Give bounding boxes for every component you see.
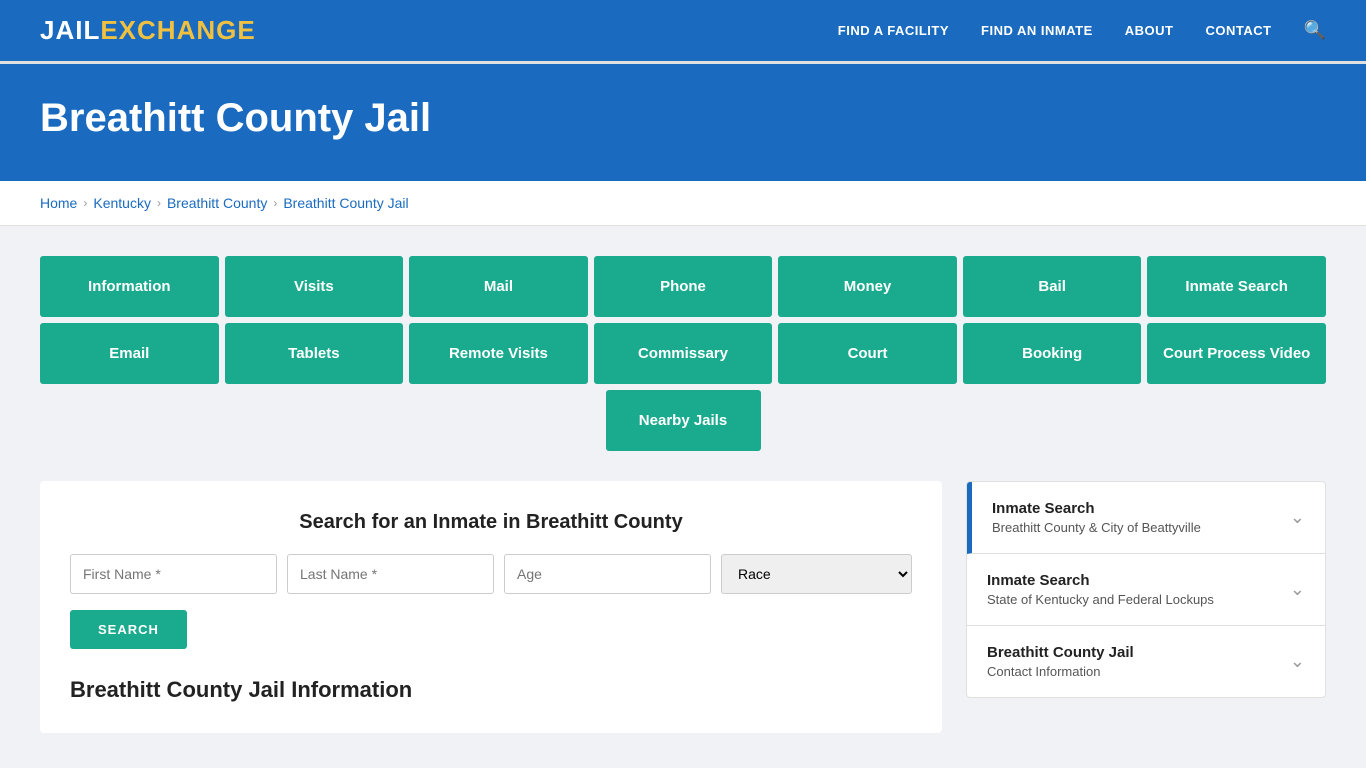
search-button[interactable]: SEARCH <box>70 610 187 649</box>
logo[interactable]: JAIL EXCHANGE <box>40 15 256 46</box>
logo-jail: JAIL <box>40 15 100 46</box>
logo-exchange: EXCHANGE <box>100 15 255 46</box>
breadcrumb-sep-1: › <box>83 196 87 210</box>
btn-money[interactable]: Money <box>778 256 957 317</box>
btn-mail[interactable]: Mail <box>409 256 588 317</box>
page-title: Breathitt County Jail <box>40 96 1326 141</box>
search-icon[interactable]: 🔍 <box>1304 20 1326 41</box>
sidebar-item-sub-3: Contact Information <box>987 664 1134 679</box>
btn-remote-visits[interactable]: Remote Visits <box>409 323 588 384</box>
search-fields: Race White Black Hispanic Asian Other <box>70 554 912 594</box>
first-name-input[interactable] <box>70 554 277 594</box>
grid-row-2: Email Tablets Remote Visits Commissary C… <box>40 323 1326 384</box>
grid-row-1: Information Visits Mail Phone Money Bail… <box>40 256 1326 317</box>
sidebar-item-inmate-search-state[interactable]: Inmate Search State of Kentucky and Fede… <box>967 554 1325 626</box>
sidebar-item-sub-2: State of Kentucky and Federal Lockups <box>987 592 1214 607</box>
grid-row-3: Nearby Jails <box>40 390 1326 451</box>
btn-phone[interactable]: Phone <box>594 256 773 317</box>
btn-booking[interactable]: Booking <box>963 323 1142 384</box>
hero-section: Breathitt County Jail <box>0 64 1366 181</box>
sidebar-item-title-1: Inmate Search <box>992 500 1201 517</box>
sidebar-item-sub-1: Breathitt County & City of Beattyville <box>992 520 1201 535</box>
btn-inmate-search[interactable]: Inmate Search <box>1147 256 1326 317</box>
sidebar: Inmate Search Breathitt County & City of… <box>966 481 1326 698</box>
breadcrumb-bar: Home › Kentucky › Breathitt County › Bre… <box>0 181 1366 226</box>
sidebar-item-title-3: Breathitt County Jail <box>987 644 1134 661</box>
chevron-down-icon-3: ⌄ <box>1290 651 1305 672</box>
sidebar-item-contact-info[interactable]: Breathitt County Jail Contact Informatio… <box>967 626 1325 697</box>
sidebar-item-title-2: Inmate Search <box>987 572 1214 589</box>
last-name-input[interactable] <box>287 554 494 594</box>
age-input[interactable] <box>504 554 711 594</box>
breadcrumb-kentucky[interactable]: Kentucky <box>93 195 151 211</box>
chevron-down-icon-1: ⌄ <box>1290 507 1305 528</box>
nav-about[interactable]: ABOUT <box>1125 23 1174 38</box>
breadcrumb-county[interactable]: Breathitt County <box>167 195 267 211</box>
chevron-down-icon-2: ⌄ <box>1290 579 1305 600</box>
btn-court[interactable]: Court <box>778 323 957 384</box>
btn-email[interactable]: Email <box>40 323 219 384</box>
section-title: Breathitt County Jail Information <box>70 677 912 703</box>
main-nav: FIND A FACILITY FIND AN INMATE ABOUT CON… <box>838 20 1326 41</box>
sidebar-item-left-2: Inmate Search State of Kentucky and Fede… <box>987 572 1214 607</box>
breadcrumb: Home › Kentucky › Breathitt County › Bre… <box>40 195 1326 211</box>
btn-visits[interactable]: Visits <box>225 256 404 317</box>
nav-contact[interactable]: CONTACT <box>1205 23 1271 38</box>
btn-tablets[interactable]: Tablets <box>225 323 404 384</box>
search-form-title: Search for an Inmate in Breathitt County <box>70 511 912 534</box>
btn-nearby-jails[interactable]: Nearby Jails <box>606 390 761 451</box>
sidebar-item-left-1: Inmate Search Breathitt County & City of… <box>992 500 1201 535</box>
btn-court-process-video[interactable]: Court Process Video <box>1147 323 1326 384</box>
btn-bail[interactable]: Bail <box>963 256 1142 317</box>
sidebar-card: Inmate Search Breathitt County & City of… <box>966 481 1326 698</box>
breadcrumb-jail[interactable]: Breathitt County Jail <box>283 195 408 211</box>
sidebar-item-left-3: Breathitt County Jail Contact Informatio… <box>987 644 1134 679</box>
main-content: Information Visits Mail Phone Money Bail… <box>0 226 1366 763</box>
header: JAIL EXCHANGE FIND A FACILITY FIND AN IN… <box>0 0 1366 64</box>
sidebar-item-inmate-search-county[interactable]: Inmate Search Breathitt County & City of… <box>967 482 1325 554</box>
race-select[interactable]: Race White Black Hispanic Asian Other <box>721 554 912 594</box>
breadcrumb-sep-3: › <box>273 196 277 210</box>
btn-information[interactable]: Information <box>40 256 219 317</box>
search-form-box: Search for an Inmate in Breathitt County… <box>40 481 942 733</box>
breadcrumb-sep-2: › <box>157 196 161 210</box>
lower-section: Search for an Inmate in Breathitt County… <box>40 481 1326 733</box>
nav-find-inmate[interactable]: FIND AN INMATE <box>981 23 1093 38</box>
breadcrumb-home[interactable]: Home <box>40 195 77 211</box>
nav-find-facility[interactable]: FIND A FACILITY <box>838 23 949 38</box>
btn-commissary[interactable]: Commissary <box>594 323 773 384</box>
